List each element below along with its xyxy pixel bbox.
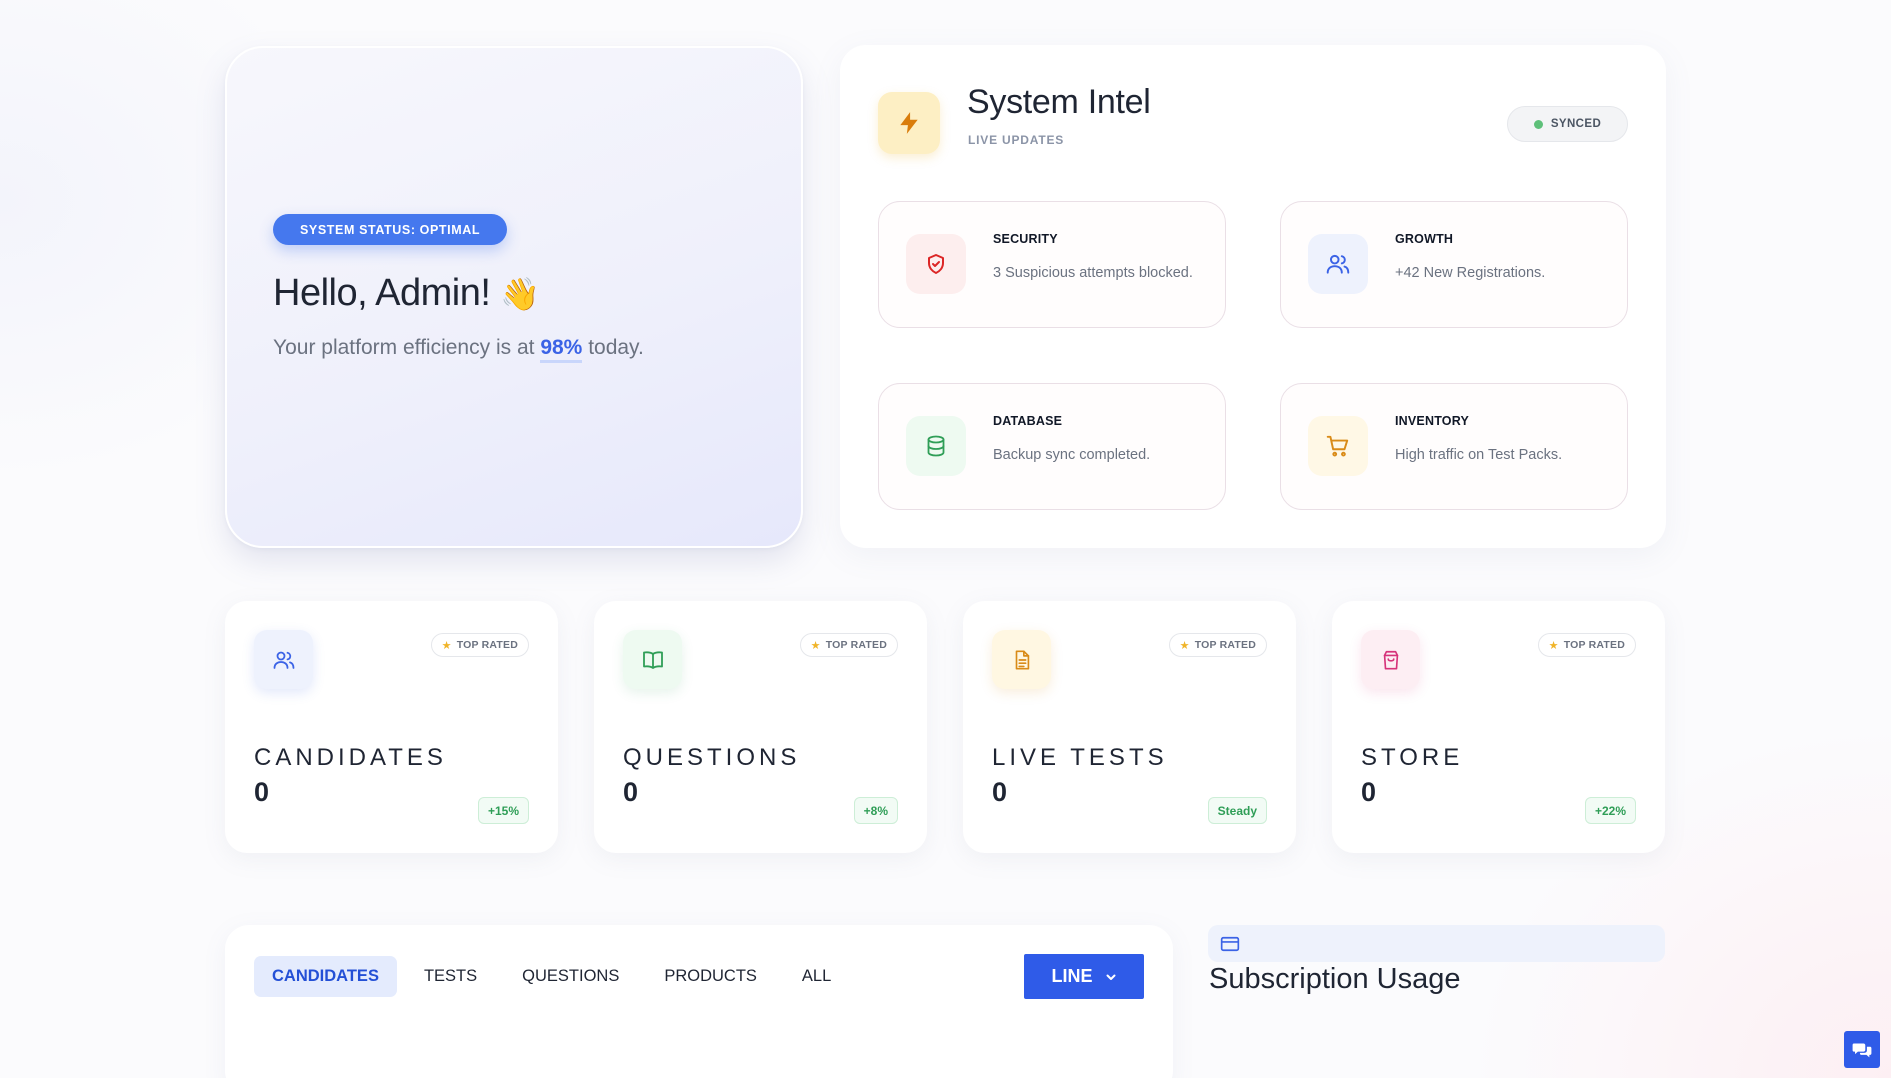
stat-label: QUESTIONS — [623, 744, 801, 771]
badge-label: TOP RATED — [1194, 639, 1256, 651]
stat-label: CANDIDATES — [254, 744, 447, 771]
intel-card-growth[interactable]: GROWTH +42 New Registrations. — [1280, 201, 1628, 328]
star-icon: ★ — [441, 639, 452, 652]
chat-button[interactable] — [1844, 1031, 1880, 1068]
tab-all[interactable]: ALL — [784, 956, 849, 997]
sync-status-label: SYNCED — [1550, 118, 1602, 130]
system-status-badge: SYSTEM STATUS: OPTIMAL — [273, 214, 508, 245]
chart-type-label: LINE — [1051, 966, 1093, 986]
card-description: 3 Suspicious attempts blocked. — [993, 265, 1193, 281]
tab-candidates[interactable]: CANDIDATES — [254, 956, 397, 997]
tab-products[interactable]: PRODUCTS — [646, 956, 775, 997]
stat-card-candidates[interactable]: ★ TOP RATED CANDIDATES 0 +15% — [225, 601, 558, 853]
shield-check-icon — [906, 234, 966, 294]
chat-icon — [1852, 1042, 1872, 1057]
analytics-tabs: CANDIDATES TESTS QUESTIONS PRODUCTS ALL — [254, 956, 858, 997]
users-icon — [1308, 234, 1368, 294]
efficiency-text: Your platform efficiency is at 98% today… — [273, 336, 644, 363]
stat-card-live-tests[interactable]: ★ TOP RATED LIVE TESTS 0 Steady — [963, 601, 1296, 853]
database-icon — [906, 416, 966, 476]
card-description: High traffic on Test Packs. — [1395, 447, 1563, 463]
efficiency-suffix: today. — [588, 336, 644, 359]
stat-delta: +22% — [1584, 797, 1636, 824]
star-icon: ★ — [1179, 639, 1190, 652]
stat-card-questions[interactable]: ★ TOP RATED QUESTIONS 0 +8% — [594, 601, 927, 853]
stat-delta: Steady — [1207, 797, 1267, 824]
chevron-down-icon — [1106, 974, 1115, 980]
badge-label: TOP RATED — [1563, 639, 1625, 651]
card-title: DATABASE — [993, 414, 1063, 428]
card-title: GROWTH — [1395, 232, 1454, 246]
waving-hand-icon: 👋 — [500, 275, 540, 312]
stat-label: LIVE TESTS — [992, 744, 1168, 771]
stat-value: 0 — [992, 777, 1008, 807]
card-title: SECURITY — [993, 232, 1058, 246]
intel-card-database[interactable]: DATABASE Backup sync completed. — [878, 383, 1226, 510]
top-rated-badge: ★ TOP RATED — [430, 633, 529, 657]
panel-title: System Intel — [967, 83, 1151, 121]
document-icon — [992, 630, 1051, 689]
badge-label: TOP RATED — [825, 639, 887, 651]
top-rated-badge: ★ TOP RATED — [1168, 633, 1267, 657]
shopping-bag-icon — [1361, 630, 1420, 689]
top-rated-badge: ★ TOP RATED — [1537, 633, 1636, 657]
stat-delta: +8% — [853, 797, 898, 824]
users-icon — [254, 630, 313, 689]
stat-value: 0 — [1361, 777, 1377, 807]
tab-questions[interactable]: QUESTIONS — [504, 956, 637, 997]
subscription-header — [1208, 925, 1665, 962]
card-title: INVENTORY — [1395, 414, 1470, 428]
sync-status-badge: SYNCED — [1507, 106, 1628, 142]
efficiency-prefix: Your platform efficiency is at — [273, 336, 535, 359]
top-rated-badge: ★ TOP RATED — [799, 633, 898, 657]
system-intel-panel: System Intel LIVE UPDATES SYNCED SECURIT… — [840, 45, 1666, 548]
panel-subtitle: LIVE UPDATES — [968, 133, 1065, 147]
greeting-heading: Hello, Admin! 👋 — [273, 272, 540, 315]
stat-value: 0 — [254, 777, 270, 807]
stat-delta: +15% — [477, 797, 529, 824]
stat-value: 0 — [623, 777, 639, 807]
star-icon: ★ — [810, 639, 821, 652]
credit-card-icon — [1220, 935, 1240, 958]
greeting-text: Hello, Admin! — [273, 272, 491, 314]
tab-tests[interactable]: TESTS — [406, 956, 495, 997]
star-icon: ★ — [1548, 639, 1559, 652]
stat-label: STORE — [1361, 744, 1464, 771]
card-description: +42 New Registrations. — [1395, 265, 1546, 281]
subscription-title: Subscription Usage — [1209, 963, 1461, 995]
analytics-panel: CANDIDATES TESTS QUESTIONS PRODUCTS ALL … — [225, 925, 1173, 1078]
welcome-card: SYSTEM STATUS: OPTIMAL Hello, Admin! 👋 Y… — [225, 46, 803, 548]
lightning-icon — [878, 92, 940, 154]
efficiency-value: 98% — [540, 336, 583, 363]
chart-type-dropdown[interactable]: LINE — [1024, 954, 1144, 999]
book-icon — [623, 630, 682, 689]
intel-card-security[interactable]: SECURITY 3 Suspicious attempts blocked. — [878, 201, 1226, 328]
badge-label: TOP RATED — [456, 639, 518, 651]
intel-card-inventory[interactable]: INVENTORY High traffic on Test Packs. — [1280, 383, 1628, 510]
stat-card-store[interactable]: ★ TOP RATED STORE 0 +22% — [1332, 601, 1665, 853]
cart-icon — [1308, 416, 1368, 476]
status-dot-icon — [1533, 119, 1543, 129]
card-description: Backup sync completed. — [993, 447, 1151, 463]
